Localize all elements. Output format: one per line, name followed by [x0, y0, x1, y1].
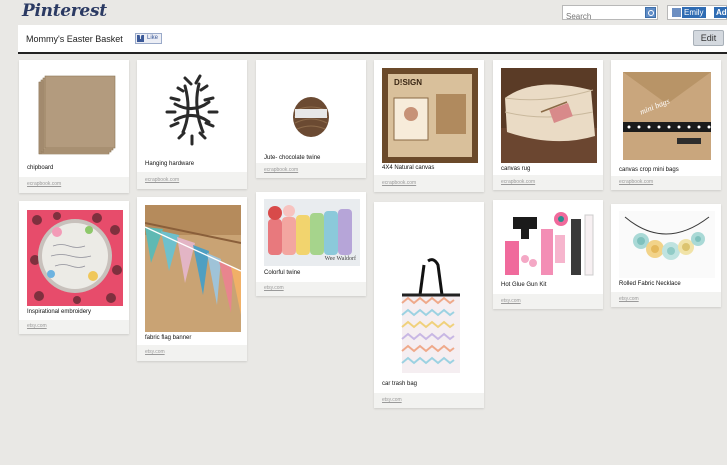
pin-image[interactable]: Wee Waldorf	[264, 199, 360, 266]
image-watermark: Wee Waldorf	[324, 256, 356, 262]
image-brand-text: D!SIGN	[394, 78, 422, 87]
pin-description: Rolled Fabric Necklace	[619, 281, 681, 287]
search-box	[562, 5, 658, 23]
pin-source-bar: ecrapbook.com	[137, 172, 247, 189]
top-bar: Pinterest Emily Add	[0, 0, 727, 24]
pin-card[interactable]: fabric flag banner etsy.com	[137, 197, 247, 361]
pin-source-bar: etsy.com	[493, 294, 603, 309]
pin-card[interactable]: Jute- chocolate twine ecrapbook.com	[256, 60, 366, 178]
facebook-icon: f	[137, 35, 144, 42]
pin-source-bar: ecrapbook.com	[19, 177, 129, 193]
pin-source-bar: ecrapbook.com	[374, 175, 484, 192]
pin-source-link[interactable]: etsy.com	[619, 296, 639, 302]
pin-source-bar: etsy.com	[137, 345, 247, 361]
pin-description: canvas crop mini bags	[619, 167, 679, 173]
board-title: Mommy's Easter Basket	[26, 34, 123, 44]
pin-description: Jute- chocolate twine	[264, 155, 321, 161]
search-icon[interactable]	[645, 7, 656, 18]
pin-source-link[interactable]: etsy.com	[382, 397, 402, 403]
user-name-link[interactable]: Emily	[682, 7, 706, 18]
pin-image[interactable]: mini bags	[619, 68, 715, 164]
pin-source-bar: etsy.com	[374, 393, 484, 408]
avatar[interactable]	[672, 8, 681, 17]
pin-source-link[interactable]: ecrapbook.com	[382, 180, 416, 186]
pin-image[interactable]	[145, 68, 239, 154]
pin-source-link[interactable]: etsy.com	[145, 349, 165, 355]
pin-source-bar: ecrapbook.com	[256, 163, 366, 178]
pin-image[interactable]	[501, 209, 597, 279]
pin-source-link[interactable]: ecrapbook.com	[264, 167, 298, 173]
facebook-like-button[interactable]: f Like	[135, 33, 163, 44]
pin-source-link[interactable]: ecrapbook.com	[27, 181, 61, 187]
pin-card[interactable]: Hot Glue Gun Kit etsy.com	[493, 200, 603, 309]
pin-image[interactable]	[264, 67, 358, 153]
pin-description: chipboard	[27, 165, 54, 171]
pin-description: Colorful twine	[264, 270, 301, 276]
pin-card[interactable]: Hanging hardware ecrapbook.com	[137, 60, 247, 189]
pin-card[interactable]: canvas rug ecrapbook.com	[493, 60, 603, 190]
pin-source-link[interactable]: ecrapbook.com	[619, 179, 653, 185]
pin-source-link[interactable]: etsy.com	[27, 323, 47, 329]
pin-card[interactable]: chipboard ecrapbook.com	[19, 60, 129, 193]
pin-description: fabric flag banner	[145, 335, 192, 341]
pin-description: canvas rug	[501, 166, 531, 172]
pin-source-link[interactable]: etsy.com	[501, 298, 521, 304]
pin-image[interactable]	[501, 68, 597, 163]
pin-source-bar: etsy.com	[611, 292, 721, 307]
board-header: Mommy's Easter Basket f Like Edit	[18, 25, 727, 54]
pin-image[interactable]	[27, 69, 121, 163]
pin-card[interactable]: Rolled Fabric Necklace etsy.com	[611, 204, 721, 307]
pin-description: Hot Glue Gun Kit	[501, 282, 547, 288]
pin-card[interactable]: D!SIGN 4X4 Natural canvas ecrapbook.com	[374, 60, 484, 192]
pin-description: Hanging hardware	[145, 161, 195, 167]
pin-image[interactable]	[382, 257, 478, 378]
pinterest-logo[interactable]: Pinterest	[22, 1, 107, 21]
pin-source-link[interactable]: ecrapbook.com	[501, 179, 535, 185]
pin-source-bar: ecrapbook.com	[493, 175, 603, 190]
edit-board-button[interactable]: Edit	[693, 30, 724, 46]
pin-card[interactable]: car trash bag etsy.com	[374, 202, 484, 408]
pin-image[interactable]	[27, 210, 123, 306]
pin-source-bar: etsy.com	[256, 282, 366, 296]
user-menu[interactable]: Emily Add	[667, 5, 727, 20]
pin-card[interactable]: Inspirational embroidery etsy.com	[19, 201, 129, 334]
pin-card[interactable]: mini bags canvas crop mini bags ecrapboo…	[611, 60, 721, 190]
pin-description: 4X4 Natural canvas	[382, 165, 435, 171]
pin-image[interactable]: D!SIGN	[382, 68, 478, 163]
search-input[interactable]	[563, 10, 643, 23]
add-button[interactable]: Add	[714, 7, 727, 18]
pin-image[interactable]	[145, 205, 241, 332]
pin-source-link[interactable]: etsy.com	[264, 285, 284, 291]
pin-description: Inspirational embroidery	[27, 309, 92, 315]
pin-card[interactable]: Wee Waldorf Colorful twine etsy.com	[256, 192, 366, 296]
pin-image[interactable]	[619, 211, 715, 278]
like-label: Like	[147, 35, 159, 41]
pin-source-link[interactable]: ecrapbook.com	[145, 177, 179, 183]
pin-description: car trash bag	[382, 381, 418, 387]
pin-source-bar: etsy.com	[19, 320, 129, 334]
pin-source-bar: ecrapbook.com	[611, 176, 721, 190]
